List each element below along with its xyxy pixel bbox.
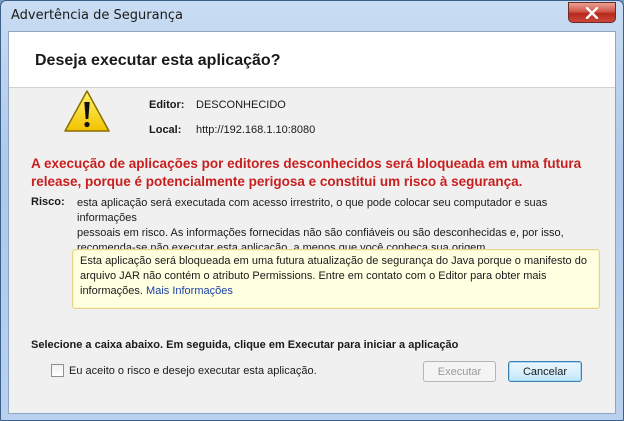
risk-description: esta aplicação será executada com acesso… [77, 196, 597, 256]
dialog-content: Deseja executar esta aplicação? Editor: … [8, 31, 616, 414]
title-bar[interactable]: Advertência de Segurança [1, 1, 623, 31]
accept-risk-label[interactable]: Eu aceito o risco e desejo executar esta… [69, 365, 317, 377]
warning-triangle-icon [64, 90, 110, 132]
dialog-heading: Deseja executar esta aplicação? [35, 52, 281, 69]
info-line: arquivo JAR não contém o atributo Permis… [80, 270, 547, 282]
cancel-button[interactable]: Cancelar [508, 361, 582, 382]
editor-value: DESCONHECIDO [196, 99, 286, 111]
security-warning-window: Advertência de Segurança Deseja executar… [0, 0, 624, 421]
risk-line: esta aplicação será executada com acesso… [77, 197, 548, 224]
more-info-link[interactable]: Mais Informações [146, 285, 233, 297]
window-title: Advertência de Segurança [11, 8, 183, 23]
blocking-warning: A execução de aplicações por editores de… [31, 155, 601, 191]
location-value: http://192.168.1.10:8080 [196, 124, 316, 136]
info-line-last: informações. Mais Informações [80, 284, 592, 299]
risk-line: pessoais em risco. As informações fornec… [77, 227, 564, 239]
info-box: Esta aplicação será bloqueada em uma fut… [72, 249, 600, 309]
location-label: Local: [149, 124, 182, 136]
editor-label: Editor: [149, 99, 185, 111]
dialog-header: Deseja executar esta aplicação? [9, 32, 615, 88]
info-line-text: informações. [80, 285, 143, 297]
instruction-text: Selecione a caixa abaixo. Em seguida, cl… [31, 339, 459, 351]
info-line: Esta aplicação será bloqueada em uma fut… [80, 255, 587, 267]
risk-label: Risco: [31, 196, 65, 208]
accept-risk-checkbox-row[interactable]: Eu aceito o risco e desejo executar esta… [51, 364, 317, 377]
close-button[interactable] [568, 2, 616, 23]
accept-risk-checkbox[interactable] [51, 364, 64, 377]
run-button[interactable]: Executar [423, 361, 496, 382]
blocking-warning-line: A execução de aplicações por editores de… [31, 156, 582, 171]
close-icon [585, 6, 599, 19]
blocking-warning-line: release, porque é potencialmente perigos… [31, 174, 523, 189]
